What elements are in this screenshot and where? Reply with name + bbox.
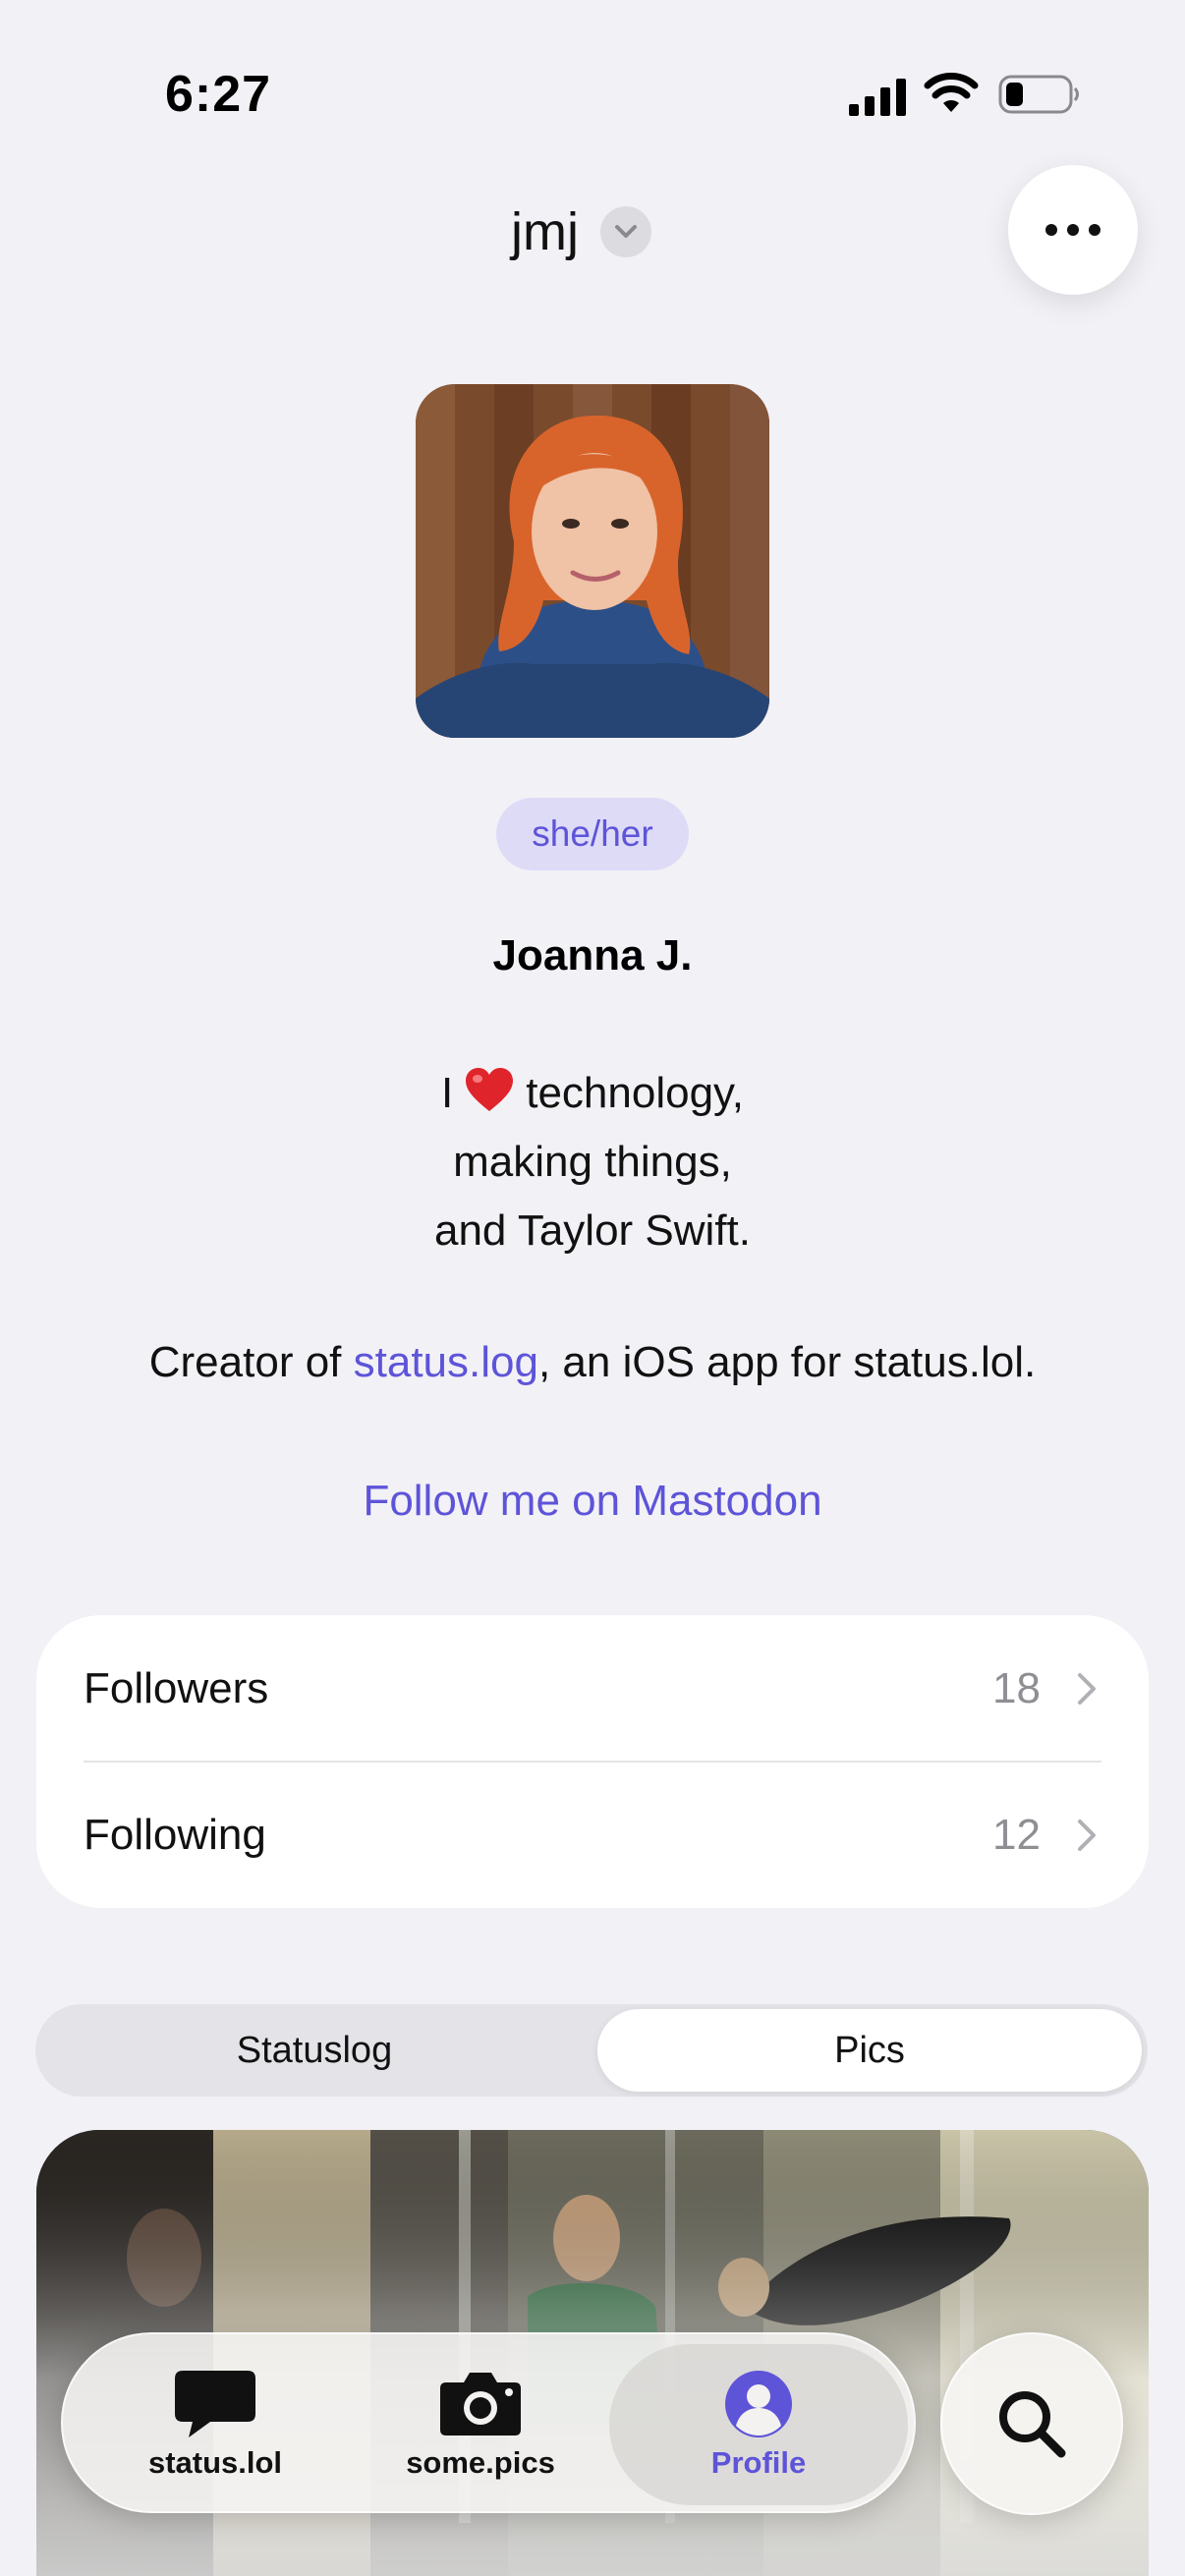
- content-segmented-control: Statuslog Pics: [35, 2004, 1148, 2097]
- chevron-down-icon: [599, 206, 651, 257]
- bio: Itechnology, making things, and Taylor S…: [0, 1059, 1185, 1265]
- segment-statuslog[interactable]: Statuslog: [41, 2009, 588, 2092]
- ellipsis-dot: [1089, 224, 1100, 236]
- status-log-link[interactable]: status.log: [354, 1338, 538, 1386]
- following-row[interactable]: Following 12: [36, 1762, 1149, 1908]
- display-name: Joanna J.: [492, 931, 693, 980]
- following-count: 12: [992, 1810, 1041, 1859]
- pronouns-badge: she/her: [496, 798, 689, 870]
- followers-row[interactable]: Followers 18: [36, 1615, 1149, 1762]
- red-heart-icon: [466, 1068, 514, 1111]
- cellular-signal-icon: [849, 79, 906, 116]
- tab-label: Profile: [710, 2445, 807, 2480]
- speech-bubble-icon: [175, 2371, 255, 2437]
- chevron-right-icon: [1078, 1819, 1096, 1851]
- avatar: [416, 384, 769, 738]
- more-options-button[interactable]: [1008, 165, 1138, 295]
- ellipsis-dot: [1067, 224, 1079, 236]
- person-circle-icon: [725, 2371, 792, 2437]
- profile-screen: 6:27 jmj she/her Joanna J. I technology,…: [0, 0, 1185, 2576]
- battery-icon: [998, 75, 1079, 114]
- tab-some-pics[interactable]: some.pics: [338, 2344, 623, 2505]
- mastodon-link[interactable]: Follow me on Mastodon: [0, 1477, 1185, 1526]
- segment-pics[interactable]: Pics: [597, 2009, 1142, 2092]
- tab-profile[interactable]: Profile: [609, 2344, 908, 2505]
- tab-label: some.pics: [406, 2445, 555, 2480]
- wifi-icon: [924, 73, 979, 112]
- tab-bar: status.lol some.pics Profile: [61, 2332, 916, 2513]
- creator-prefix: Creator of: [148, 1338, 354, 1386]
- creator-line: Creator of status.log, an iOS app for st…: [0, 1338, 1185, 1387]
- account-name: jmj: [511, 202, 579, 261]
- search-button[interactable]: [940, 2332, 1123, 2515]
- followers-label: Followers: [84, 1663, 269, 1712]
- tab-status-lol[interactable]: status.lol: [73, 2344, 358, 2505]
- creator-suffix: , an iOS app for status.lol.: [537, 1338, 1037, 1386]
- bio-line-3: and Taylor Swift.: [433, 1206, 751, 1255]
- follow-card: Followers 18 Following 12: [36, 1615, 1149, 1908]
- bio-text: I: [440, 1069, 454, 1117]
- ellipsis-icon: [1045, 224, 1057, 236]
- search-icon: [999, 2391, 1066, 2458]
- account-switcher[interactable]: jmj: [511, 193, 651, 271]
- following-label: Following: [84, 1810, 266, 1859]
- chevron-right-icon: [1078, 1672, 1096, 1705]
- camera-icon: [440, 2373, 521, 2436]
- bio-line-1: Itechnology,: [0, 1059, 1185, 1128]
- bio-line-2: making things,: [453, 1138, 732, 1186]
- followers-count: 18: [992, 1663, 1041, 1712]
- status-time: 6:27: [165, 66, 272, 123]
- bio-text: technology,: [526, 1069, 745, 1117]
- tab-label: status.lol: [147, 2445, 283, 2480]
